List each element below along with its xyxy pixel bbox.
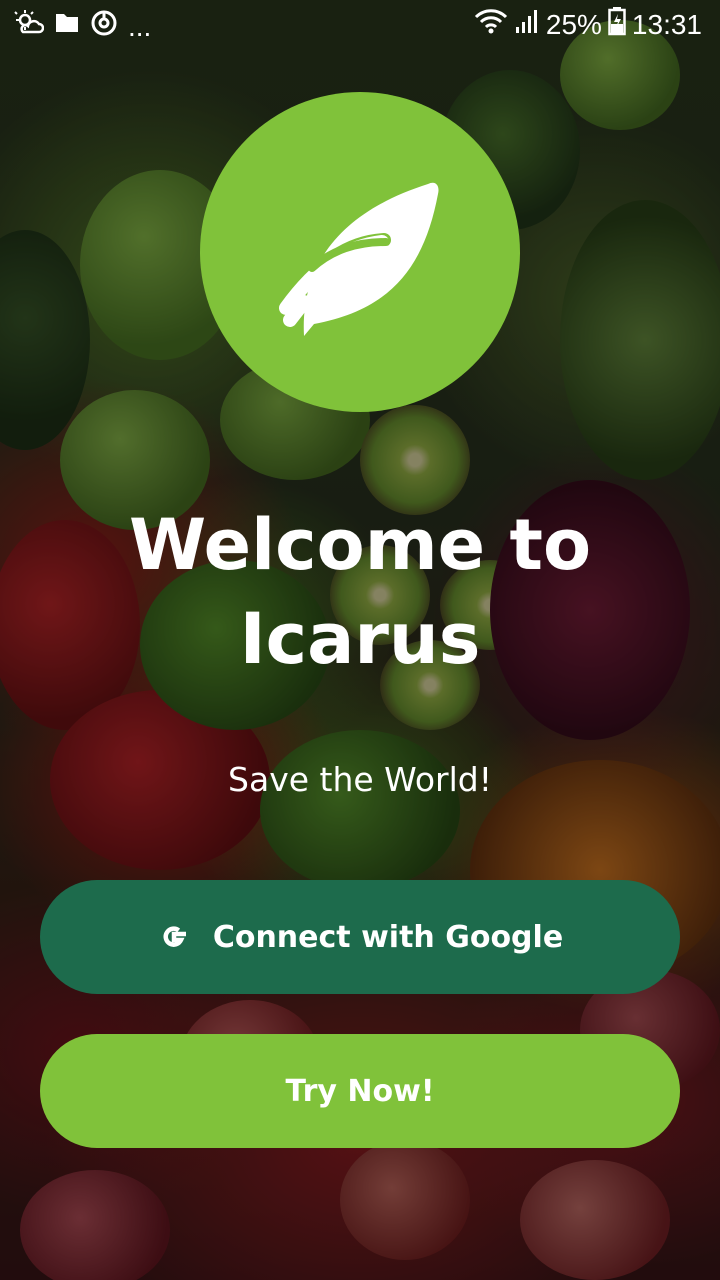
connect-google-button[interactable]: Connect with Google bbox=[40, 880, 680, 994]
battery-charging-icon bbox=[608, 6, 626, 43]
welcome-screen: ... 25% 13:31 Welcome to Icarus Save the… bbox=[0, 0, 720, 1280]
leaf-icon bbox=[279, 182, 439, 336]
tagline: Save the World! bbox=[228, 760, 492, 799]
status-bar: ... 25% 13:31 bbox=[0, 0, 720, 48]
weather-icon bbox=[14, 8, 45, 45]
welcome-title-line1: Welcome to bbox=[128, 504, 592, 586]
app-name: Icarus bbox=[239, 598, 481, 680]
google-icon bbox=[157, 920, 191, 954]
app-logo bbox=[200, 92, 520, 412]
clock: 13:31 bbox=[631, 8, 702, 40]
signal-icon bbox=[514, 7, 540, 42]
try-now-label: Try Now! bbox=[285, 1073, 435, 1109]
welcome-title: Welcome to Icarus bbox=[0, 498, 720, 686]
battery-percentage: 25% bbox=[545, 8, 602, 40]
folder-icon bbox=[54, 10, 80, 43]
notification-overflow: ... bbox=[128, 10, 152, 42]
sync-icon bbox=[90, 9, 118, 44]
try-now-button[interactable]: Try Now! bbox=[40, 1034, 680, 1148]
wifi-icon bbox=[474, 7, 508, 42]
connect-google-label: Connect with Google bbox=[212, 919, 564, 955]
